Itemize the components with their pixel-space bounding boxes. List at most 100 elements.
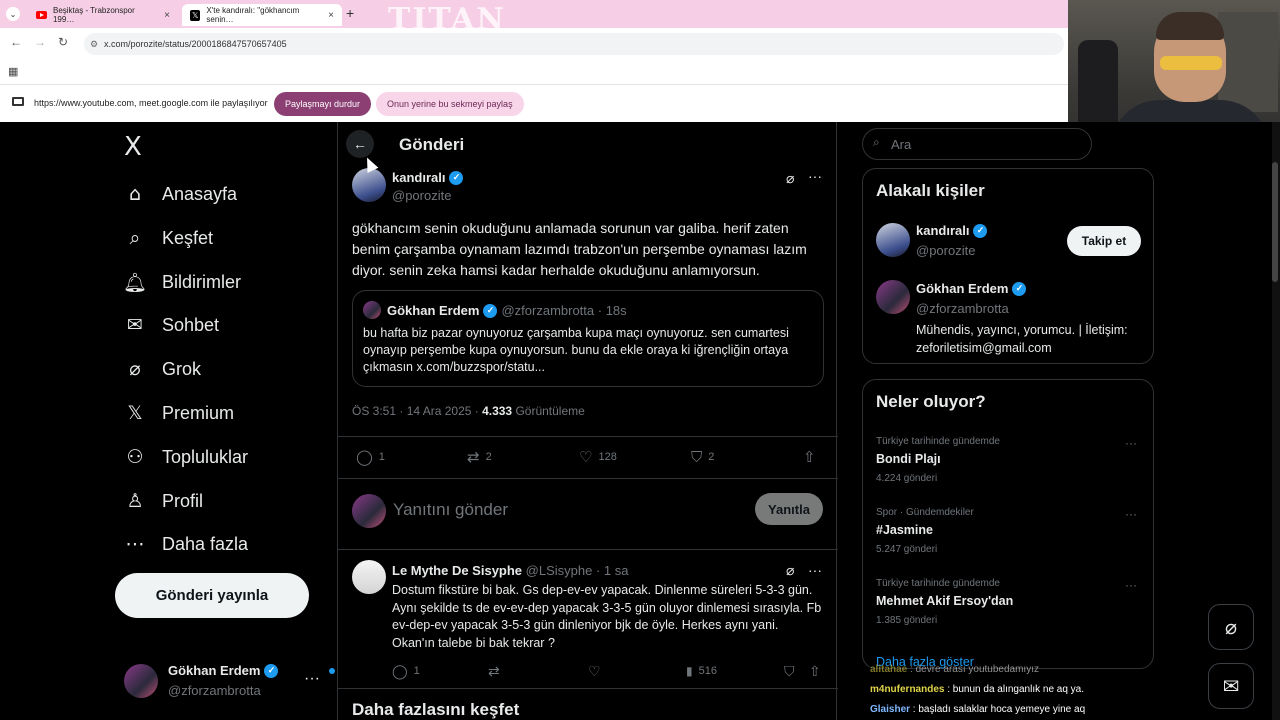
browser-tab-x[interactable]: 𝕏 X'te kandıralı: "gökhancım senin… × [182, 4, 342, 26]
trend-name[interactable]: Mehmet Akif Ersoy'dan [876, 594, 1013, 608]
site-info-icon[interactable]: ⚙ [90, 39, 98, 50]
back-icon[interactable]: ← [10, 35, 22, 49]
like-action[interactable]: ♡ 128 [579, 448, 617, 466]
sidebar-item-label: Grok [162, 358, 202, 379]
quoted-author-name: Gökhan Erdem [387, 303, 480, 318]
post-author-handle[interactable]: @porozite [392, 188, 451, 203]
account-switcher[interactable]: Gökhan Erdem ✓ @zforzambrotta ··· [124, 662, 335, 702]
grok-icon[interactable]: ⌀ [786, 170, 794, 187]
reply-action[interactable]: ◯ 1 [392, 662, 420, 680]
sidebar-item-label: Topluluklar [162, 446, 249, 467]
repost-action[interactable]: ⇄ 2 [467, 448, 492, 466]
avatar[interactable] [876, 223, 910, 257]
reply-button[interactable]: Yanıtla [755, 493, 823, 525]
trend-name[interactable]: #Jasmine [876, 523, 933, 537]
grok-icon[interactable]: ⌀ [786, 562, 794, 579]
person-name-text: kandıralı [916, 223, 970, 238]
grok-fab-icon[interactable]: ⌀ [1208, 604, 1254, 650]
quoted-post[interactable]: Gökhan Erdem ✓ @zforzambrotta · 18s bu h… [352, 290, 824, 387]
post-button[interactable]: Gönderi yayınla [115, 573, 309, 618]
trend-count: 1.385 gönderi [876, 615, 938, 626]
account-handle: @zforzambrotta [168, 683, 261, 698]
verified-badge-icon: ✓ [449, 170, 464, 185]
screen-share-icon [12, 97, 24, 106]
share-action[interactable]: ⇧ [809, 662, 821, 680]
back-arrow-icon[interactable]: ← [346, 130, 374, 158]
repost-action[interactable]: ⇄ [488, 662, 500, 680]
sidebar-item-communities[interactable]: ⚇ Topluluklar [124, 437, 248, 477]
home-icon: ⌂ [128, 183, 142, 205]
messages-fab-icon[interactable]: ✉ [1208, 663, 1254, 709]
share-icon: ⇧ [803, 448, 816, 466]
divider [338, 688, 838, 689]
view-count-label: Görüntüleme [512, 404, 585, 418]
person-name[interactable]: kandıralı ✓ [916, 223, 988, 238]
like-action[interactable]: ♡ [588, 662, 601, 680]
bookmark-action[interactable]: ⛉ 2 [691, 448, 714, 466]
tab-search-dropdown-icon[interactable]: ⌄ [6, 7, 20, 21]
browser-tab-youtube[interactable]: Beşiktaş - Trabzonspor 199… × [28, 4, 178, 26]
account-name: Gökhan Erdem ✓ [168, 663, 279, 678]
post-author-name[interactable]: kandıralı ✓ [392, 170, 464, 185]
scrollbar[interactable] [1272, 122, 1280, 720]
trend-name[interactable]: Bondi Plajı [876, 452, 941, 466]
post-time[interactable]: ÖS 3:51 · 14 Ara 2025 · [352, 404, 482, 418]
reload-icon[interactable]: ↻ [58, 35, 68, 49]
avatar[interactable] [352, 168, 386, 202]
person-name[interactable]: Gökhan Erdem ✓ [916, 281, 1027, 296]
card-title: Neler oluyor? [876, 392, 986, 411]
share-action[interactable]: ⇧ [803, 448, 816, 466]
sidebar-item-more[interactable]: ⋯ Daha fazla [124, 524, 249, 564]
x-logo-icon[interactable]: X [124, 132, 142, 162]
more-horizontal-icon[interactable]: ··· [1125, 436, 1137, 450]
reply-action[interactable]: ◯ 1 [356, 448, 385, 466]
quoted-author: Gökhan Erdem ✓ @zforzambrotta · 18s [387, 303, 627, 318]
stop-sharing-button[interactable]: Paylaşmayı durdur [274, 92, 372, 116]
sidebar-item-label: Sohbet [162, 314, 220, 335]
avatar[interactable] [352, 560, 386, 594]
trend-context: Spor · Gündemdekiler [876, 507, 974, 518]
avatar [363, 301, 381, 319]
share-this-tab-button[interactable]: Onun yerine bu sekmeyi paylaş [376, 92, 524, 116]
more-horizontal-icon[interactable]: ··· [1125, 507, 1137, 521]
more-circle-icon: ⋯ [125, 533, 145, 555]
reply-author[interactable]: Le Mythe De Sisyphe @LSisyphe · 1 sa [392, 563, 628, 578]
chat-text: : bunun da alınganlık ne aq ya. [944, 684, 1085, 695]
verified-badge-icon: ✓ [264, 663, 279, 678]
sidebar-item-label: Premium [162, 402, 235, 423]
view-count: 516 [698, 665, 717, 677]
tab-close-icon[interactable]: × [328, 10, 334, 21]
sidebar-item-notifications[interactable]: 🔔︎ Bildirimler [123, 262, 241, 302]
sidebar-item-messages[interactable]: ✉ Sohbet [124, 305, 219, 345]
sidebar: X ⌂ Anasayfa ⌕ Keşfet 🔔︎ Bildirimler ✉ S… [112, 122, 335, 720]
repost-icon: ⇄ [467, 448, 480, 466]
person-bio: Mühendis, yayıncı, yorumcu. | İletişim: … [916, 323, 1128, 355]
url-field[interactable]: ⚙ x.com/porozite/status/2000186847570657… [84, 33, 1064, 55]
tab-close-icon[interactable]: × [164, 10, 170, 21]
bookmark-action[interactable]: ⛉ [784, 662, 795, 680]
forward-icon[interactable]: → [34, 35, 46, 49]
follow-button[interactable]: Takip et [1067, 226, 1141, 256]
more-horizontal-icon[interactable]: ··· [808, 562, 822, 578]
reply-input[interactable]: Yanıtını gönder [393, 500, 508, 520]
more-horizontal-icon[interactable]: ··· [808, 168, 822, 184]
more-horizontal-icon[interactable]: ··· [1125, 578, 1137, 592]
more-horizontal-icon[interactable]: ··· [304, 670, 320, 688]
views-action[interactable]: ▮ 516 [686, 662, 717, 680]
new-tab-icon[interactable]: + [346, 5, 354, 21]
stream-chat-message: alitahae : devre arası youtubedamıyız [870, 664, 1039, 675]
share-status-text: https://www.youtube.com, meet.google.com… [34, 98, 268, 108]
sidebar-item-explore[interactable]: ⌕ Keşfet [124, 218, 213, 258]
sidebar-item-grok[interactable]: ⌀ Grok [124, 349, 201, 389]
scrollbar-thumb[interactable] [1272, 162, 1278, 282]
url-text: x.com/porozite/status/200018684757065740… [104, 39, 287, 49]
sidebar-item-profile[interactable]: ♙ Profil [124, 481, 203, 521]
avatar[interactable] [876, 280, 910, 314]
sidebar-item-premium[interactable]: 𝕏 Premium [124, 393, 234, 433]
sidebar-item-home[interactable]: ⌂ Anasayfa [124, 174, 237, 214]
search-input[interactable]: ⌕ Ara [862, 128, 1092, 160]
apps-grid-icon[interactable]: ▦ [8, 65, 18, 78]
bookmark-count: 2 [708, 451, 715, 463]
chat-text: : devre arası youtubedamıyız [907, 664, 1039, 675]
bookmark-icon: ⛉ [691, 448, 703, 466]
